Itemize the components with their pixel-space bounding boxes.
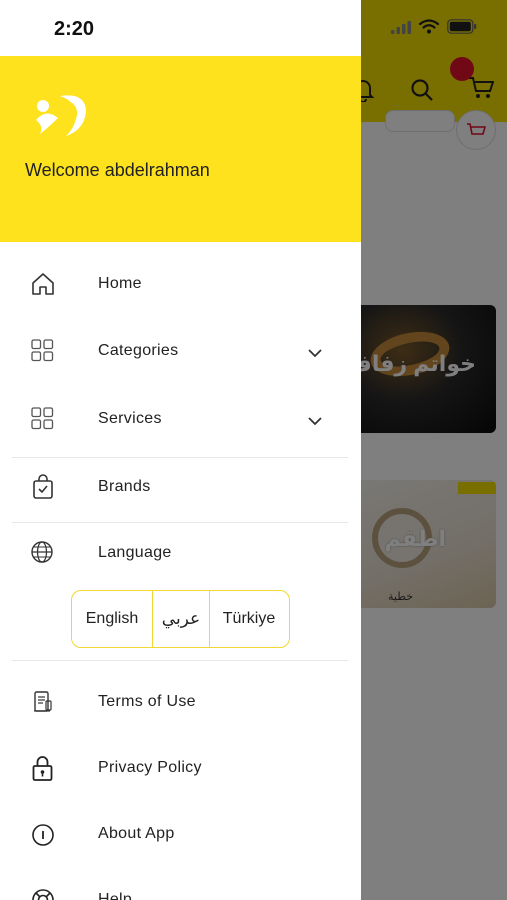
status-time: 2:20 bbox=[54, 18, 95, 40]
menu-label: Terms of Use bbox=[98, 693, 196, 710]
menu-label: Help bbox=[98, 891, 133, 900]
document-icon bbox=[30, 689, 56, 715]
welcome-text: Welcome abdelrahman bbox=[25, 160, 210, 180]
menu-item-categories[interactable]: Categories bbox=[0, 324, 361, 380]
menu-item-brands[interactable]: Brands bbox=[0, 460, 361, 516]
lock-icon bbox=[30, 755, 56, 781]
menu-item-home[interactable]: Home bbox=[0, 257, 361, 313]
side-drawer: Welcome abdelrahman Home Categories Serv… bbox=[0, 0, 361, 900]
language-option-english[interactable]: English bbox=[72, 591, 153, 647]
app-logo-icon bbox=[30, 90, 90, 144]
grid-icon bbox=[30, 338, 56, 364]
menu-label: Privacy Policy bbox=[98, 759, 202, 776]
menu-item-about[interactable]: About App bbox=[0, 807, 361, 863]
battery-icon bbox=[447, 19, 477, 34]
divider bbox=[12, 522, 348, 523]
info-icon bbox=[30, 821, 56, 847]
divider bbox=[12, 457, 348, 458]
home-icon bbox=[30, 271, 56, 297]
shopping-bag-icon bbox=[30, 474, 56, 500]
menu-item-language[interactable]: Language bbox=[0, 526, 361, 582]
divider bbox=[12, 660, 348, 661]
status-icons bbox=[391, 19, 477, 34]
menu-item-help[interactable]: Help bbox=[0, 873, 361, 900]
menu-label: Categories bbox=[98, 342, 179, 359]
menu-label: Brands bbox=[98, 478, 151, 495]
cellular-signal-icon bbox=[391, 20, 411, 34]
menu-item-privacy[interactable]: Privacy Policy bbox=[0, 741, 361, 797]
grid-icon bbox=[30, 406, 56, 432]
chevron-down-icon[interactable] bbox=[306, 344, 324, 362]
menu-item-services[interactable]: Services bbox=[0, 392, 361, 448]
menu-label: Language bbox=[98, 544, 172, 561]
wifi-icon bbox=[419, 19, 439, 34]
menu-label: Services bbox=[98, 410, 162, 427]
menu-item-terms[interactable]: Terms of Use bbox=[0, 675, 361, 731]
status-bar: 2:20 bbox=[0, 0, 507, 56]
language-option-arabic[interactable]: عربي bbox=[153, 591, 210, 647]
globe-icon bbox=[30, 540, 56, 566]
drawer-header: Welcome abdelrahman bbox=[0, 56, 361, 242]
language-selector: English عربي Türkiye bbox=[71, 590, 290, 648]
menu-label: Home bbox=[98, 275, 142, 292]
lifebuoy-icon bbox=[30, 887, 56, 900]
menu-label: About App bbox=[98, 825, 175, 842]
chevron-down-icon[interactable] bbox=[306, 412, 324, 430]
language-option-turkish[interactable]: Türkiye bbox=[210, 591, 288, 647]
